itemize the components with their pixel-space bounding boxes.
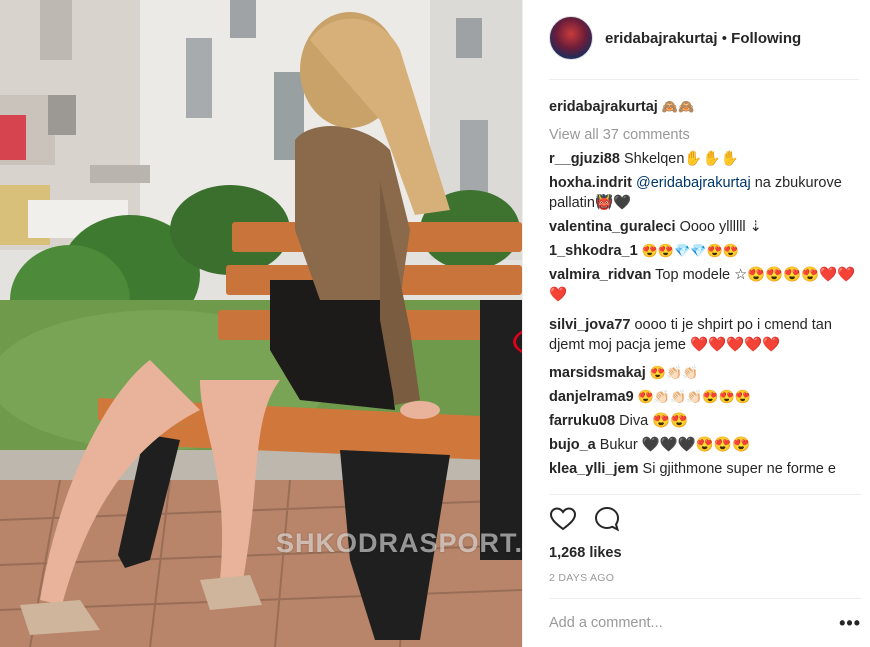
- comment-text: 😍👏🏻👏🏻👏🏻😍😍😍: [637, 389, 751, 404]
- comment-item: bujo_a Bukur 🖤🖤🖤😍😍😍: [549, 435, 861, 455]
- comment-text: Shkelqen✋✋✋: [623, 151, 739, 167]
- post-timestamp: 2 DAYS AGO: [549, 572, 615, 584]
- comment-username[interactable]: valmira_ridvan: [549, 267, 651, 283]
- comment-text: 😍😍💎💎😍😍: [641, 243, 739, 258]
- comment-item: danjelrama9 😍👏🏻👏🏻👏🏻😍😍😍: [549, 387, 861, 407]
- comments-list: eridabajrakurtaj 🙈🙈 View all 37 comments…: [549, 92, 861, 479]
- comment-username[interactable]: danjelrama9: [549, 389, 634, 405]
- comment-text: Diva 😍😍: [619, 413, 689, 429]
- comment-item: hoxha.indrit @eridabajrakurtaj na zbukur…: [549, 173, 861, 213]
- post-photo[interactable]: SHKODRASPORT.COM: [0, 0, 522, 647]
- comment-username[interactable]: bujo_a: [549, 437, 596, 453]
- caption-text: 🙈🙈: [661, 99, 695, 114]
- view-all-comments-link[interactable]: View all 37 comments: [549, 125, 861, 145]
- caption-username[interactable]: eridabajrakurtaj: [549, 99, 658, 115]
- post-actions: 1,268 likes 2 DAYS AGO: [549, 494, 861, 584]
- comment-username[interactable]: marsidsmakaj: [549, 365, 646, 381]
- comment-username[interactable]: hoxha.indrit: [549, 175, 632, 191]
- comment-item: valmira_ridvan Top modele ☆😍😍😍😍❤️❤️❤️: [549, 265, 861, 305]
- action-icons-row: [549, 505, 861, 533]
- post-header: eridabajrakurtaj • Following: [549, 16, 859, 80]
- comment-username[interactable]: klea_ylli_jem: [549, 461, 639, 477]
- comment-username[interactable]: 1_shkodra_1: [549, 243, 638, 259]
- following-button[interactable]: Following: [731, 30, 801, 47]
- comment-item: farruku08 Diva 😍😍: [549, 411, 861, 431]
- comment-item: 1_shkodra_1 😍😍💎💎😍😍: [549, 241, 861, 261]
- comment-item: valentina_guraleci Oooo yllllll ⇣: [549, 217, 861, 237]
- comment-item-highlighted: silvi_jova77 oooo ti je shpirt po i cmen…: [549, 315, 861, 355]
- likes-count[interactable]: 1,268 likes: [549, 545, 861, 561]
- comment-mention-link[interactable]: @eridabajrakurtaj: [636, 175, 751, 191]
- post-caption: eridabajrakurtaj 🙈🙈: [549, 97, 861, 117]
- post-details-panel: eridabajrakurtaj • Following eridabajrak…: [522, 0, 870, 647]
- watermark-text: SHKODRASPORT.COM: [276, 528, 522, 558]
- comment-text: 😍👏🏻👏🏻: [649, 365, 699, 380]
- header-separator: •: [721, 30, 727, 47]
- add-comment-bar: •••: [549, 598, 861, 647]
- header-info: eridabajrakurtaj • Following: [605, 30, 801, 47]
- comment-item: klea_ylli_jem Si gjithmone super ne form…: [549, 459, 861, 479]
- heart-outline-icon[interactable]: [549, 505, 577, 533]
- comment-text: Oooo yllllll ⇣: [679, 219, 762, 235]
- comment-item: r__gjuzi88 Shkelqen✋✋✋: [549, 149, 861, 169]
- comment-text: Si gjithmone super ne forme e: [642, 461, 836, 477]
- avatar[interactable]: [549, 16, 593, 60]
- comment-text: Bukur 🖤🖤🖤😍😍😍: [599, 437, 750, 453]
- comment-username[interactable]: farruku08: [549, 413, 615, 429]
- comment-username[interactable]: silvi_jova77: [549, 317, 630, 333]
- more-options-button[interactable]: •••: [839, 613, 861, 634]
- header-username[interactable]: eridabajrakurtaj: [605, 30, 718, 47]
- speech-bubble-icon[interactable]: [593, 505, 621, 533]
- add-comment-input[interactable]: [549, 615, 809, 631]
- comment-username[interactable]: valentina_guraleci: [549, 219, 676, 235]
- comment-username[interactable]: r__gjuzi88: [549, 151, 620, 167]
- comment-item: marsidsmakaj 😍👏🏻👏🏻: [549, 363, 861, 383]
